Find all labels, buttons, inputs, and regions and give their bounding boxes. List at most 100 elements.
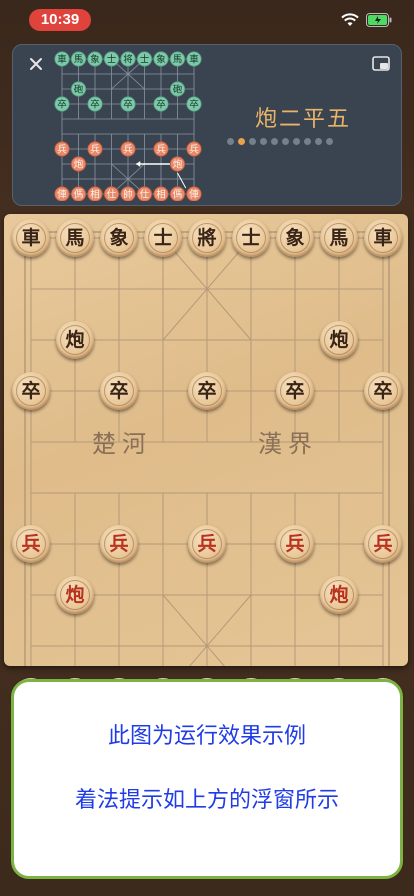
piece-label: 兵 [192,529,222,559]
caption-card: 此图为运行效果示例 着法提示如上方的浮窗所示 [11,679,403,879]
move-hint-panel[interactable]: 車馬象士将士象馬車砲砲卒卒卒卒卒兵兵兵兵兵炮炮俥傌相仕帥仕相傌俥 炮二平五 [12,44,402,206]
red-piece[interactable]: 兵 [364,525,402,563]
black-mini-piece: 馬 [70,51,87,67]
mini-piece-label: 仕 [140,188,150,200]
mini-piece-label: 卒 [123,98,133,110]
piece-label: 卒 [16,376,46,406]
battery-icon [366,13,392,27]
black-piece[interactable]: 馬 [320,219,358,257]
mini-piece-label: 俥 [189,188,199,200]
red-mini-piece: 仕 [136,186,153,201]
black-piece[interactable]: 炮 [320,321,358,359]
piece-label: 炮 [60,325,90,355]
red-mini-piece: 傌 [70,186,87,201]
river-label-chu-he: 楚河 [92,430,152,458]
red-piece[interactable]: 兵 [100,525,138,563]
piece-label: 卒 [104,376,134,406]
page-dot [315,138,322,145]
mini-piece-label: 卒 [156,98,166,110]
red-mini-piece: 炮 [169,156,186,172]
piece-label: 車 [368,223,398,253]
status-bar: 10:39 [0,0,414,40]
black-mini-piece: 砲 [169,81,186,97]
piece-label: 卒 [192,376,222,406]
mini-piece-label: 砲 [173,83,183,95]
black-piece[interactable]: 將 [188,219,226,257]
chess-board[interactable]: 楚河 漢界 車馬象士將士象馬車炮炮卒卒卒卒卒兵兵兵兵兵炮炮車馬相仕帥仕相馬車 [4,214,408,716]
piece-label: 卒 [280,376,310,406]
status-time: 10:39 [29,9,91,31]
black-piece[interactable]: 士 [144,219,182,257]
red-mini-piece: 傌 [169,186,186,201]
black-mini-piece: 卒 [153,96,169,112]
piece-label: 炮 [60,580,90,610]
black-piece[interactable]: 卒 [100,372,138,410]
piece-label: 兵 [16,529,46,559]
mini-piece-label: 砲 [74,83,84,95]
caption-line-1: 此图为运行效果示例 [107,724,306,749]
black-piece[interactable]: 士 [232,219,270,257]
black-piece[interactable]: 卒 [364,372,402,410]
red-piece[interactable]: 兵 [188,525,226,563]
page-dot [304,138,311,145]
arrow-head [136,161,141,167]
close-icon[interactable] [25,53,47,75]
mini-piece-label: 兵 [123,143,133,155]
mini-piece-label: 卒 [90,98,100,110]
mini-piece-label: 相 [156,188,166,200]
mini-piece-label: 俥 [57,188,67,200]
black-mini-piece: 卒 [186,96,202,112]
black-piece[interactable]: 車 [12,219,50,257]
piece-label: 兵 [280,529,310,559]
move-hint-text: 炮二平五 [254,107,351,132]
red-piece[interactable]: 兵 [12,525,50,563]
black-piece[interactable]: 炮 [56,321,94,359]
red-mini-piece: 兵 [153,141,169,157]
black-mini-piece: 卒 [120,96,136,112]
red-mini-piece: 兵 [186,141,202,157]
move-arrow [177,172,187,189]
black-mini-piece: 砲 [70,81,87,97]
red-mini-piece: 炮 [70,156,87,172]
caption-line-2: 着法提示如上方的浮窗所示 [74,788,339,813]
piece-label: 兵 [104,529,134,559]
piece-label: 炮 [324,580,354,610]
red-mini-piece: 仕 [103,186,120,201]
red-mini-piece: 兵 [87,141,103,157]
mini-piece-label: 帥 [123,188,133,200]
page-dot [271,138,278,145]
black-mini-piece: 士 [103,51,120,67]
page-dot [249,138,256,145]
black-mini-piece: 卒 [87,96,103,112]
page-dot [326,138,333,145]
mini-piece-label: 兵 [156,143,166,155]
black-piece[interactable]: 車 [364,219,402,257]
black-piece[interactable]: 象 [276,219,314,257]
piece-label: 馬 [324,223,354,253]
piece-label: 士 [236,223,266,253]
mini-piece-label: 炮 [74,158,84,170]
black-piece[interactable]: 馬 [56,219,94,257]
black-piece[interactable]: 卒 [12,372,50,410]
mini-piece-label: 相 [90,188,100,200]
piece-label: 將 [192,223,222,253]
black-piece[interactable]: 卒 [276,372,314,410]
red-piece[interactable]: 炮 [56,576,94,614]
red-mini-piece: 帥 [120,186,136,201]
mini-piece-label: 将 [123,54,133,65]
red-piece[interactable]: 炮 [320,576,358,614]
picture-in-picture-icon[interactable] [370,53,392,75]
black-piece[interactable]: 象 [100,219,138,257]
mini-piece-label: 傌 [74,188,84,200]
mini-piece-label: 兵 [189,143,199,155]
red-piece[interactable]: 兵 [276,525,314,563]
mini-piece-label: 仕 [107,188,117,200]
black-mini-piece: 車 [54,51,70,67]
black-mini-piece: 象 [87,51,103,67]
piece-label: 車 [16,223,46,253]
black-piece[interactable]: 卒 [188,372,226,410]
black-mini-piece: 馬 [169,51,186,67]
mini-piece-label: 卒 [57,98,67,110]
red-mini-piece: 相 [153,186,169,201]
mini-piece-label: 兵 [57,143,67,155]
